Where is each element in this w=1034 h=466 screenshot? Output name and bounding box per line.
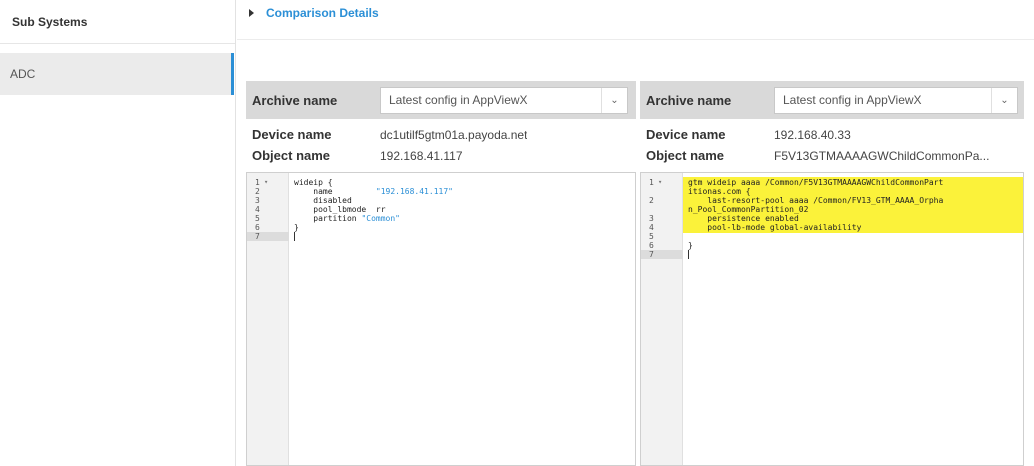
code-line: pool_lbmode rr <box>294 205 386 214</box>
code-line: } <box>688 241 693 250</box>
code-editor-right[interactable]: 1 ▾ 2 3 4 5 6 7 gtm wideip aaaa /Common/F5V13GT… <box>640 172 1024 466</box>
main-content: Comparison Details Archive name Latest c… <box>237 0 1034 466</box>
line-number-text: 6 <box>649 241 654 250</box>
code-string: "Common" <box>361 214 400 223</box>
code-line: pool-lb-mode global-availability <box>688 223 861 232</box>
archive-row: Archive name Latest config in AppViewX ⌄ <box>640 81 1024 119</box>
line-number: 7 <box>641 250 683 259</box>
object-label: Object name <box>252 148 331 163</box>
code-text: wideip { <box>294 178 333 187</box>
code-line: } <box>294 223 299 232</box>
object-value: F5V13GTMAAAAGWChildCommonPa... <box>774 148 990 163</box>
device-label: Device name <box>252 127 332 142</box>
archive-select-value: Latest config in AppViewX <box>389 93 528 107</box>
object-row: Object name 192.168.41.117 <box>246 145 636 166</box>
device-value: 192.168.40.33 <box>774 127 851 142</box>
line-number-text: 1 <box>255 178 260 187</box>
code-text: persistence enabled <box>688 214 799 223</box>
code-line: last-resort-pool aaaa /Common/FV13_GTM_A… <box>688 196 943 205</box>
line-number-text: 7 <box>255 232 260 241</box>
line-number-text: 2 <box>649 196 654 205</box>
line-gutter: 1 ▾ 2 3 4 5 6 7 <box>641 173 683 465</box>
code-line: disabled <box>294 196 352 205</box>
code-string: "192.168.41.117" <box>375 187 453 196</box>
line-number-text: 3 <box>255 196 260 205</box>
object-label: Object name <box>646 148 725 163</box>
code-text: name <box>294 187 376 196</box>
fold-arrow-icon[interactable]: ▾ <box>658 178 662 186</box>
device-row: Device name 192.168.40.33 <box>640 124 1024 145</box>
code-line: n_Pool_CommonPartition_02 <box>688 205 808 214</box>
line-number-text: 5 <box>255 214 260 223</box>
archive-label: Archive name <box>252 92 338 108</box>
sidebar: Sub Systems ADC <box>0 0 236 466</box>
text-cursor <box>688 250 689 259</box>
code-line: persistence enabled <box>688 214 799 223</box>
object-row: Object name F5V13GTMAAAAGWChildCommonPa.… <box>640 145 1024 166</box>
info-rows: Device name 192.168.40.33 Object name F5… <box>640 119 1024 172</box>
code-text: n_Pool_CommonPartition_02 <box>688 205 809 214</box>
sidebar-item-adc[interactable]: ADC <box>0 53 234 95</box>
line-number-text: 1 <box>649 178 654 187</box>
chevron-down-icon[interactable]: ⌄ <box>601 87 627 113</box>
line-number-text: 2 <box>255 187 260 196</box>
device-label: Device name <box>646 127 726 142</box>
line-number-text: 7 <box>649 250 654 259</box>
code-editor-left[interactable]: 1 ▾ 2 3 4 5 6 7 wideip { name "192.168.41.117" … <box>246 172 636 466</box>
code-text: partition <box>294 214 362 223</box>
code-text: gtm wideip aaaa /Common/F5V13GTMAAAAGWCh… <box>688 178 944 187</box>
code-line: partition "Common" <box>294 214 400 223</box>
archive-select[interactable]: Latest config in AppViewX ⌄ <box>774 86 1018 114</box>
sidebar-header: Sub Systems <box>0 0 235 44</box>
archive-select[interactable]: Latest config in AppViewX ⌄ <box>380 86 628 114</box>
text-cursor <box>294 232 295 241</box>
code-text: pool_lbmode rr <box>294 205 386 214</box>
caret-right-icon <box>249 8 254 17</box>
device-row: Device name dc1utilf5gtm01a.payoda.net <box>246 124 636 145</box>
comparison-details-toggle[interactable]: Comparison Details <box>237 0 1034 40</box>
right-panel: Archive name Latest config in AppViewX ⌄… <box>640 81 1024 466</box>
archive-label: Archive name <box>646 92 732 108</box>
code-text: } <box>294 223 299 232</box>
code-text: } <box>688 241 693 250</box>
archive-row: Archive name Latest config in AppViewX ⌄ <box>246 81 636 119</box>
code-area[interactable]: wideip { name "192.168.41.117" disabled … <box>289 173 635 465</box>
code-text: last-resort-pool aaaa /Common/FV13_GTM_A… <box>688 196 944 205</box>
line-number-text: 4 <box>255 205 260 214</box>
section-title: Comparison Details <box>266 5 379 20</box>
line-number: 7 <box>247 232 289 241</box>
code-text: pool-lb-mode global-availability <box>688 223 862 232</box>
info-rows: Device name dc1utilf5gtm01a.payoda.net O… <box>246 119 636 172</box>
device-value: dc1utilf5gtm01a.payoda.net <box>380 127 528 142</box>
line-number-text: 6 <box>255 223 260 232</box>
line-number-text: 5 <box>649 232 654 241</box>
object-value: 192.168.41.117 <box>380 148 463 163</box>
code-line: gtm wideip aaaa /Common/F5V13GTMAAAAGWCh… <box>688 178 943 187</box>
code-line: wideip { <box>294 178 333 187</box>
code-line: itionas.com { <box>688 187 751 196</box>
line-number-text: 3 <box>649 214 654 223</box>
archive-select-value: Latest config in AppViewX <box>783 93 922 107</box>
fold-arrow-icon[interactable]: ▾ <box>264 178 268 186</box>
left-panel: Archive name Latest config in AppViewX ⌄… <box>246 81 636 466</box>
comparison-panels: Archive name Latest config in AppViewX ⌄… <box>246 81 1024 466</box>
chevron-down-icon[interactable]: ⌄ <box>991 87 1017 113</box>
line-number-text: 4 <box>649 223 654 232</box>
code-text: disabled <box>294 196 352 205</box>
code-text: itionas.com { <box>688 187 751 196</box>
code-area[interactable]: gtm wideip aaaa /Common/F5V13GTMAAAAGWCh… <box>683 173 1023 465</box>
code-line: name "192.168.41.117" <box>294 187 453 196</box>
line-gutter: 1 ▾ 2 3 4 5 6 7 <box>247 173 289 465</box>
